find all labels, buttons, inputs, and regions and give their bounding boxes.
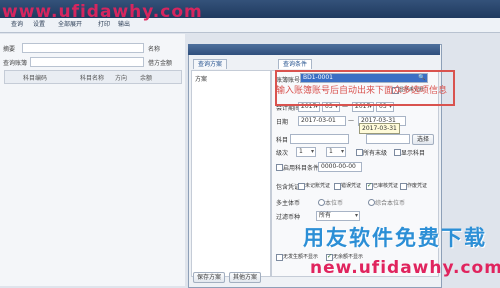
voucher-opt-error: 错误凭证 — [341, 183, 362, 189]
currency-opt-combined: 综合本位币 — [375, 200, 406, 207]
show-subject-label: 显示科目 — [401, 150, 426, 157]
col-balance: 余额 — [140, 75, 153, 82]
col-direction: 方向 — [115, 75, 128, 82]
subject-filter-label: 启用科目条件 — [283, 165, 320, 172]
watermark-top-url: www.ufidawhy.com — [2, 2, 203, 22]
date-label: 日期 — [276, 119, 289, 126]
other-scheme-button[interactable]: 其他方案 — [229, 272, 261, 283]
subject-filter-input[interactable]: 0000-00-00 — [318, 162, 362, 172]
col-subject-name: 科目名称 — [80, 75, 105, 82]
voucher-opt-audited-checkbox[interactable] — [366, 182, 373, 190]
all-end-level-checkbox[interactable] — [356, 149, 363, 156]
ledger-grid-header: 科目编码 科目名称 方向 余额 — [4, 70, 182, 84]
date-tooltip: 2017-03-31 — [359, 123, 400, 134]
name-label: 名称 — [148, 46, 161, 53]
level-label: 级次 — [276, 150, 289, 157]
tree-root-item[interactable]: 方案 — [195, 74, 207, 83]
no-amount-checkbox[interactable] — [276, 254, 283, 261]
scheme-tree: 方案 — [191, 70, 271, 277]
show-subject-checkbox[interactable] — [394, 149, 401, 156]
date-dash: — — [348, 117, 354, 124]
filter-currency-label: 过滤币种 — [276, 214, 301, 221]
voucher-opt-unposted-checkbox[interactable] — [298, 183, 305, 190]
level-to-select[interactable]: 1 — [326, 147, 346, 157]
tab-query-conditions[interactable]: 查询条件 — [278, 59, 313, 69]
dialog-titlebar — [188, 44, 440, 55]
voucher-label: 包含凭证 — [276, 184, 301, 191]
select-subject-button[interactable]: 选择 — [412, 134, 434, 145]
currency-opt-local-radio[interactable] — [318, 199, 325, 206]
subject-filter-checkbox[interactable] — [276, 164, 283, 171]
watermark-bottom-url: new.ufidawhy.com — [310, 258, 500, 278]
all-end-level-label: 所有末级 — [363, 150, 388, 157]
level-from-select[interactable]: 1 — [296, 147, 316, 157]
voucher-opt-void: 作废凭证 — [407, 183, 428, 189]
query-book-label: 查询账簿 — [3, 60, 28, 67]
voucher-opt-void-checkbox[interactable] — [400, 183, 407, 190]
summary-label: 摘要 — [3, 46, 16, 53]
currency-opt-local: 本位币 — [325, 200, 344, 207]
query-book-input[interactable] — [30, 57, 144, 67]
filter-currency-select[interactable]: 所有 — [316, 211, 360, 221]
save-scheme-button[interactable]: 保存方案 — [193, 272, 225, 283]
voucher-opt-audited: 已审核凭证 — [373, 183, 399, 189]
currency-opt-combined-radio[interactable] — [368, 199, 375, 206]
subject-label: 科目 — [276, 137, 289, 144]
date-from-input[interactable]: 2017-03-01 — [298, 116, 346, 126]
voucher-opt-unposted: 未记账凭证 — [305, 183, 331, 189]
voucher-opt-error-checkbox[interactable] — [334, 183, 341, 190]
summary-input[interactable] — [22, 43, 144, 53]
subject-from-input[interactable] — [290, 134, 349, 144]
annotation-text: 输入账簿账号后自动出来下面众多选项信息 — [276, 86, 448, 96]
subject-to-input[interactable] — [366, 134, 410, 144]
tab-query-scheme[interactable]: 查询方案 — [193, 59, 228, 69]
debit-label: 借方金额 — [148, 60, 173, 67]
watermark-cn-text: 用友软件免费下载 — [303, 226, 487, 250]
currency-label: 多主体币 — [276, 200, 301, 207]
col-subject-code: 科目编码 — [23, 75, 48, 82]
